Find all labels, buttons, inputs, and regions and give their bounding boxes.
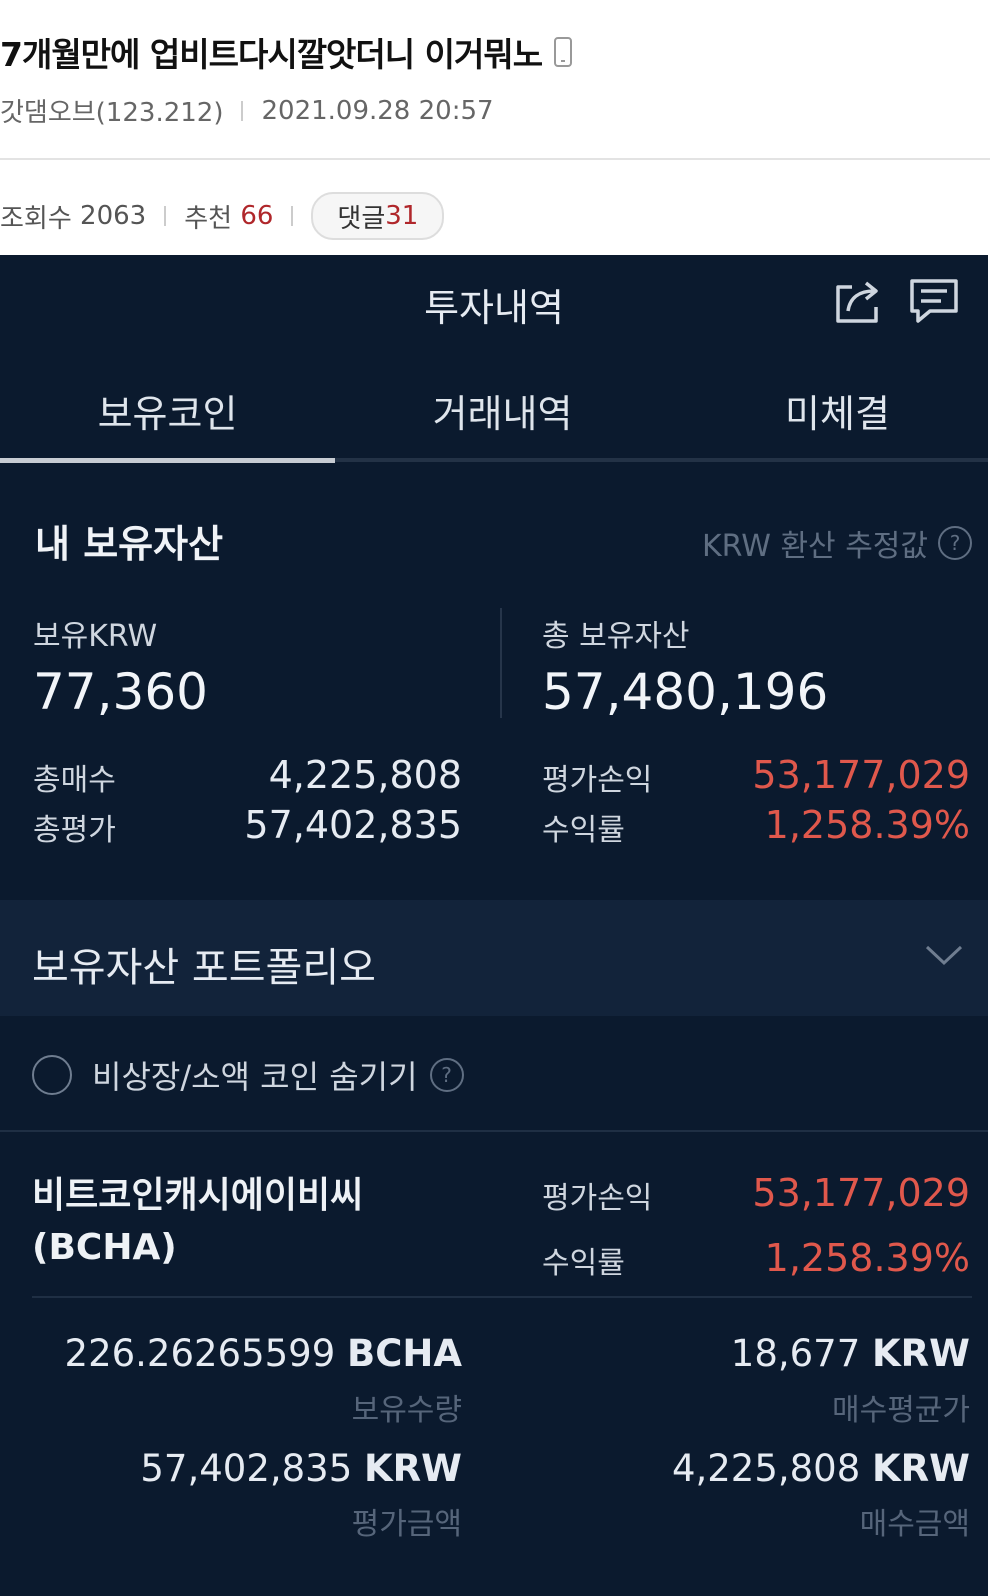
buy-value: 4,225,808 bbox=[268, 753, 462, 797]
comments-button[interactable]: 댓글 31 bbox=[311, 192, 445, 240]
post-title-text: 7개월만에 업비트다시깔앗더니 이거뭐노 bbox=[0, 35, 543, 74]
chat-icon[interactable] bbox=[906, 273, 962, 329]
divider bbox=[0, 158, 990, 160]
buyamt-unit: KRW bbox=[872, 1447, 970, 1490]
evalamt-value: 57,402,835 KRW bbox=[140, 1447, 462, 1490]
buyamt-value: 4,225,808 KRW bbox=[672, 1447, 970, 1490]
avg-value: 18,677 KRW bbox=[731, 1332, 970, 1375]
qty-value: 226.26265599 BCHA bbox=[65, 1332, 462, 1375]
total-label: 총 보유자산 bbox=[542, 619, 690, 654]
coin-name[interactable]: 비트코인캐시에이비씨 (BCHA) bbox=[32, 1170, 363, 1274]
divider bbox=[291, 206, 294, 226]
tab-history[interactable]: 거래내역 bbox=[335, 383, 670, 438]
tab-holdings[interactable]: 보유코인 bbox=[0, 383, 335, 438]
author[interactable]: 갓댐오브(123.212) bbox=[0, 92, 223, 129]
coin-name-text: 비트코인캐시에이비씨 bbox=[32, 1175, 364, 1216]
divider bbox=[0, 1130, 988, 1132]
post-title: 7개월만에 업비트다시깔앗더니 이거뭐노 bbox=[0, 28, 573, 76]
mobile-icon bbox=[554, 37, 573, 67]
coin-rate-value: 1,258.39% bbox=[764, 1236, 970, 1280]
likes-count: 66 bbox=[240, 201, 274, 231]
tab-pending[interactable]: 미체결 bbox=[670, 383, 1005, 438]
qty-number: 226.26265599 bbox=[64, 1332, 336, 1375]
eval-value: 57,402,835 bbox=[244, 803, 462, 847]
divider bbox=[241, 100, 244, 121]
rate-value: 1,258.39% bbox=[764, 803, 970, 847]
post-date: 2021.09.28 20:57 bbox=[261, 95, 494, 126]
hide-label: 비상장/소액 코인 숨기기 bbox=[92, 1058, 418, 1096]
upbit-screenshot: 투자내역 보유코인 거래내역 미체결 내 보유자산 KRW 환산 추정값 ? 보… bbox=[0, 255, 988, 1596]
views-label: 조회수 bbox=[0, 203, 72, 234]
comments-label: 댓글 bbox=[337, 203, 386, 234]
hide-small-coins[interactable]: 비상장/소액 코인 숨기기 ? bbox=[32, 1052, 464, 1098]
likes-label: 추천 bbox=[184, 203, 233, 234]
tab-active-indicator bbox=[0, 458, 335, 463]
avg-unit: KRW bbox=[872, 1332, 970, 1375]
buyamt-number: 4,225,808 bbox=[671, 1447, 861, 1490]
comments-count: 31 bbox=[385, 201, 419, 231]
evalamt-unit: KRW bbox=[364, 1447, 462, 1490]
post-meta: 갓댐오브(123.212) 2021.09.28 20:57 bbox=[0, 92, 494, 129]
avg-number: 18,677 bbox=[730, 1332, 861, 1375]
buyamt-label: 매수금액 bbox=[859, 1507, 970, 1542]
krw-note-text: KRW 환산 추정값 bbox=[701, 529, 928, 564]
divider bbox=[164, 206, 167, 226]
divider bbox=[500, 608, 502, 718]
help-icon[interactable]: ? bbox=[429, 1058, 464, 1092]
assets-title: 내 보유자산 bbox=[35, 522, 224, 566]
evalamt-label: 평가금액 bbox=[351, 1507, 462, 1542]
eval-label: 총평가 bbox=[33, 813, 116, 848]
help-icon[interactable]: ? bbox=[938, 526, 972, 560]
post-stats: 조회수 2063 추천 66 댓글 31 bbox=[0, 192, 445, 240]
views-count: 2063 bbox=[80, 201, 147, 231]
divider bbox=[32, 1296, 972, 1298]
krw-label: 보유KRW bbox=[33, 619, 158, 654]
checkbox[interactable] bbox=[32, 1055, 72, 1095]
qty-label: 보유수량 bbox=[351, 1393, 462, 1428]
pl-value: 53,177,029 bbox=[752, 753, 970, 797]
chevron-down-icon[interactable] bbox=[925, 943, 963, 967]
coin-pl-value: 53,177,029 bbox=[752, 1171, 970, 1215]
total-value: 57,480,196 bbox=[542, 663, 829, 721]
portfolio-label: 보유자산 포트폴리오 bbox=[32, 945, 376, 991]
avg-label: 매수평균가 bbox=[832, 1393, 970, 1428]
rate-label: 수익률 bbox=[542, 813, 625, 848]
coin-pl-label: 평가손익 bbox=[542, 1181, 653, 1216]
coin-symbol: (BCHA) bbox=[32, 1227, 177, 1268]
buy-label: 총매수 bbox=[33, 763, 116, 798]
krw-value: 77,360 bbox=[33, 663, 208, 721]
share-icon[interactable] bbox=[830, 273, 886, 329]
evalamt-number: 57,402,835 bbox=[140, 1447, 353, 1490]
krw-note[interactable]: KRW 환산 추정값 ? bbox=[702, 521, 972, 565]
coin-rate-label: 수익률 bbox=[542, 1246, 625, 1281]
qty-unit: BCHA bbox=[347, 1332, 462, 1375]
pl-label: 평가손익 bbox=[542, 763, 653, 798]
